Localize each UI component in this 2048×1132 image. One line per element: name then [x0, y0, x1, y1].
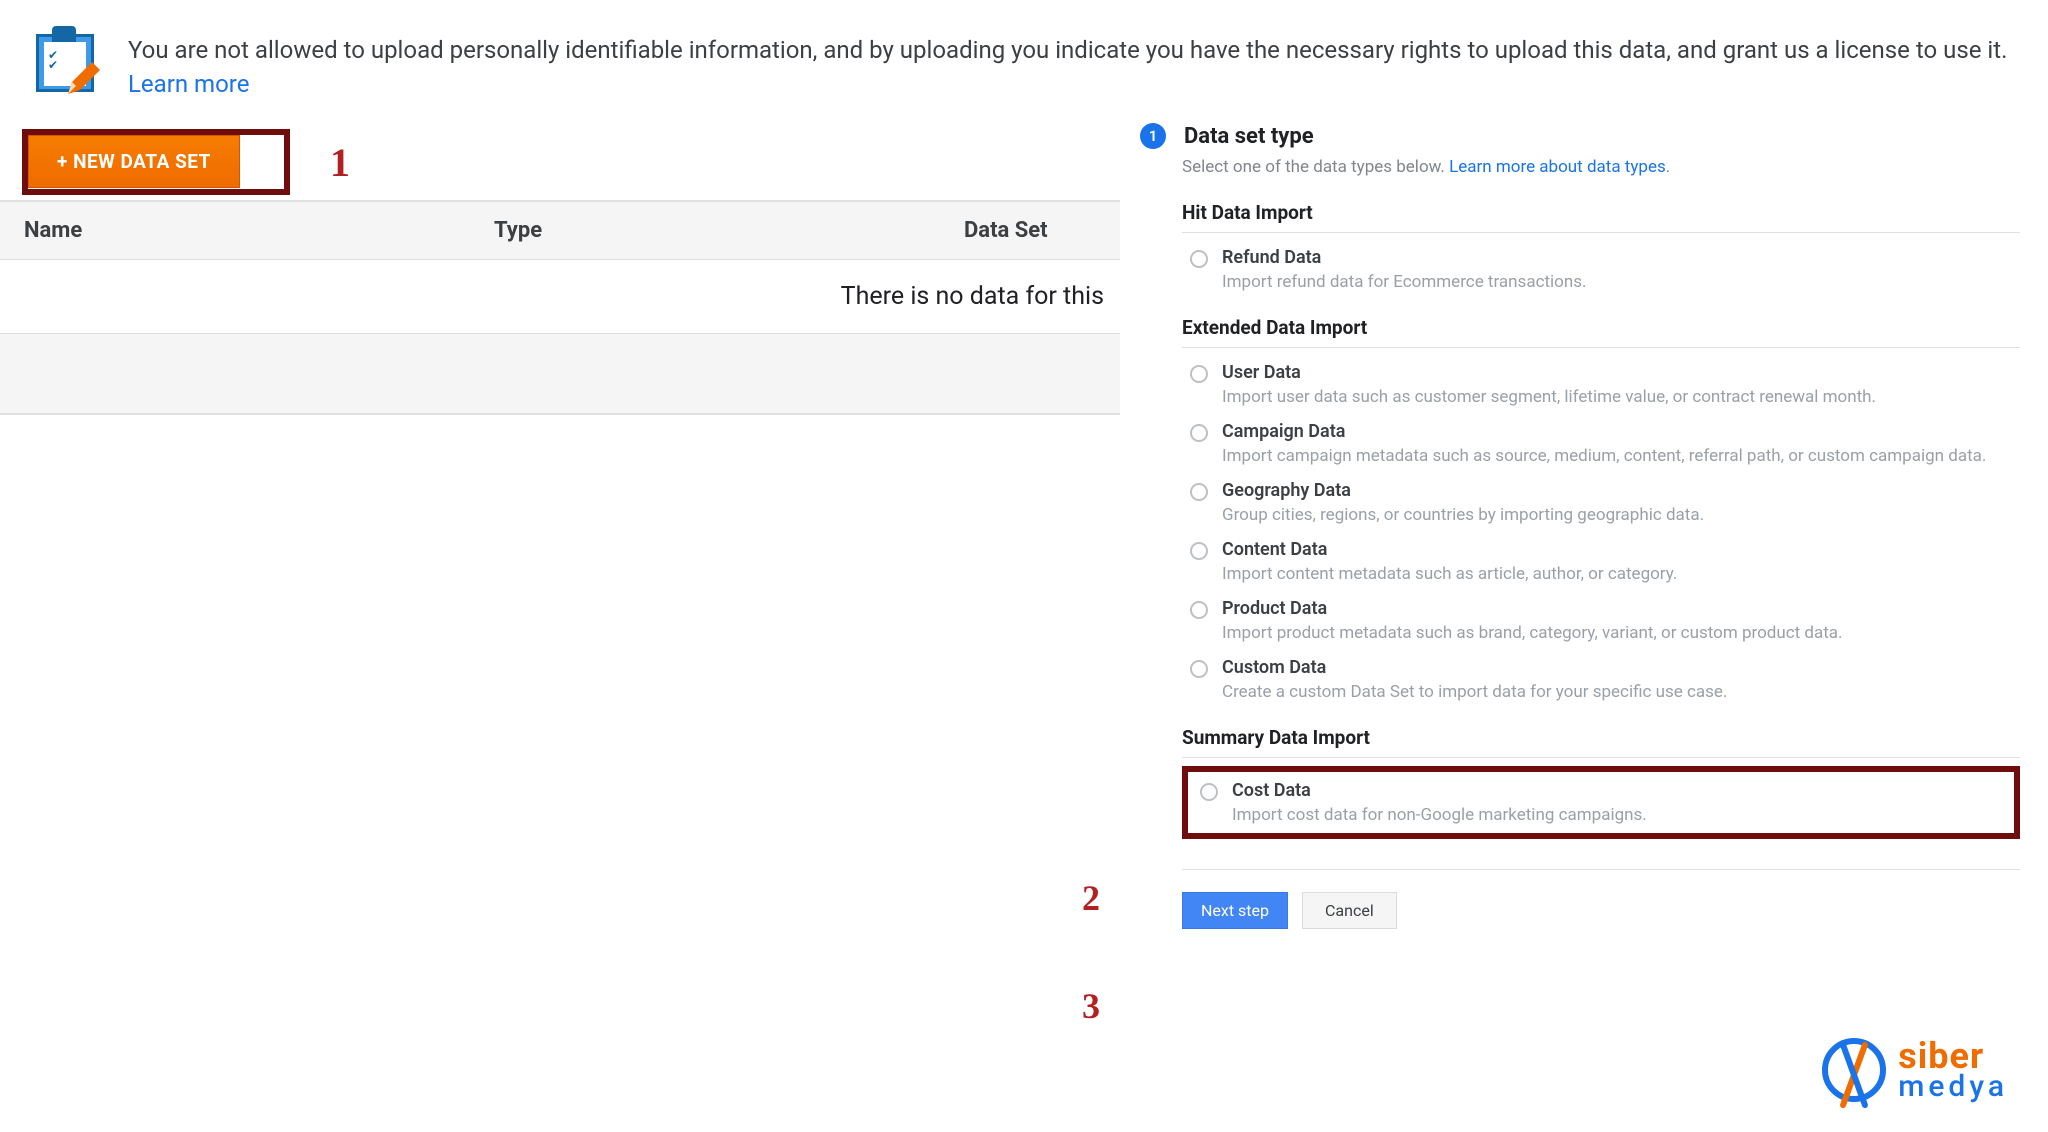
step-sub-text: Select one of the data types below.	[1182, 157, 1449, 177]
opt-title: Custom Data	[1222, 657, 1727, 678]
radio-campaign-data[interactable]	[1190, 424, 1208, 442]
step-title: Data set type	[1184, 124, 1314, 149]
new-dataset-button[interactable]: + NEW DATA SET	[28, 135, 240, 188]
opt-desc: Import user data such as customer segmen…	[1222, 387, 1876, 407]
opt-desc: Import campaign metadata such as source,…	[1222, 446, 1986, 466]
option-geography-data[interactable]: Geography Data Group cities, regions, or…	[1182, 466, 2020, 525]
learn-more-types-link[interactable]: Learn more about data types	[1449, 157, 1666, 177]
empty-message: There is no data for this	[841, 282, 1104, 311]
notice-bar: ✔ ✔ You are not allowed to upload person…	[0, 0, 2048, 123]
opt-title: Content Data	[1222, 539, 1677, 560]
step-number-icon: 1	[1140, 123, 1166, 149]
option-refund-data[interactable]: Refund Data Import refund data for Ecomm…	[1182, 233, 2020, 292]
radio-custom-data[interactable]	[1190, 660, 1208, 678]
table-footer	[0, 334, 1120, 414]
opt-title: Refund Data	[1222, 247, 1587, 268]
col-name: Name	[0, 202, 470, 259]
opt-title: Campaign Data	[1222, 421, 1986, 442]
annotation-number-2: 2	[1082, 877, 1100, 919]
step-subtitle: Select one of the data types below. Lear…	[1182, 157, 2020, 177]
opt-desc: Group cities, regions, or countries by i…	[1222, 505, 1704, 525]
opt-title: Geography Data	[1222, 480, 1704, 501]
option-user-data[interactable]: User Data Import user data such as custo…	[1182, 348, 2020, 407]
watermark-line1: siber	[1898, 1039, 2008, 1073]
notice-message: You are not allowed to upload personally…	[128, 36, 2007, 64]
opt-title: Product Data	[1222, 598, 1843, 619]
annotation-number-3: 3	[1082, 985, 1100, 1027]
col-type: Type	[470, 202, 940, 259]
notice-text: You are not allowed to upload personally…	[128, 28, 2018, 101]
option-product-data[interactable]: Product Data Import product metadata suc…	[1182, 584, 2020, 643]
annotation-number-1: 1	[330, 139, 350, 186]
opt-title: Cost Data	[1232, 780, 1647, 801]
opt-desc: Import product metadata such as brand, c…	[1222, 623, 1843, 643]
radio-user-data[interactable]	[1190, 365, 1208, 383]
section-title-hit: Hit Data Import	[1182, 201, 1313, 224]
action-row: Next step Cancel	[1182, 869, 2020, 929]
radio-refund-data[interactable]	[1190, 250, 1208, 268]
section-title-summary: Summary Data Import	[1182, 726, 1370, 749]
option-content-data[interactable]: Content Data Import content metadata suc…	[1182, 525, 2020, 584]
dataset-type-panel: 1 Data set type Select one of the data t…	[1120, 123, 2048, 929]
watermark-line2: medya	[1898, 1073, 2008, 1102]
opt-desc: Import content metadata such as article,…	[1222, 564, 1677, 584]
section-extended-data: Extended Data Import User Data Import us…	[1182, 316, 2020, 702]
radio-content-data[interactable]	[1190, 542, 1208, 560]
dataset-table: Name Type Data Set There is no data for …	[0, 201, 1120, 415]
opt-title: User Data	[1222, 362, 1876, 383]
dataset-list-panel: + NEW DATA SET 1 Name Type Data Set Ther…	[0, 123, 1120, 415]
watermark-text: siber medya	[1898, 1039, 2008, 1102]
table-body: There is no data for this	[0, 260, 1120, 334]
radio-cost-data[interactable]	[1200, 783, 1218, 801]
clipboard-icon: ✔ ✔	[30, 28, 100, 98]
radio-product-data[interactable]	[1190, 601, 1208, 619]
cancel-button[interactable]: Cancel	[1302, 892, 1397, 929]
step-header: 1 Data set type	[1140, 123, 2020, 149]
col-id: Data Set	[940, 202, 1120, 259]
opt-desc: Import cost data for non-Google marketin…	[1232, 805, 1647, 825]
radio-geography-data[interactable]	[1190, 483, 1208, 501]
learn-more-link[interactable]: Learn more	[128, 70, 249, 98]
option-cost-data[interactable]: Cost Data Import cost data for non-Googl…	[1192, 778, 2004, 825]
section-hit-data: Hit Data Import Refund Data Import refun…	[1182, 201, 2020, 292]
opt-desc: Create a custom Data Set to import data …	[1222, 682, 1727, 702]
option-campaign-data[interactable]: Campaign Data Import campaign metadata s…	[1182, 407, 2020, 466]
next-step-button[interactable]: Next step	[1182, 892, 1288, 929]
watermark-logo-icon	[1822, 1038, 1886, 1102]
section-summary-data: Summary Data Import Cost Data Import cos…	[1182, 726, 2020, 839]
section-title-extended: Extended Data Import	[1182, 316, 1367, 339]
table-header: Name Type Data Set	[0, 201, 1120, 260]
annotation-highlight-2: Cost Data Import cost data for non-Googl…	[1182, 766, 2020, 839]
watermark: siber medya	[1822, 1038, 2008, 1102]
opt-desc: Import refund data for Ecommerce transac…	[1222, 272, 1587, 292]
option-custom-data[interactable]: Custom Data Create a custom Data Set to …	[1182, 643, 2020, 702]
